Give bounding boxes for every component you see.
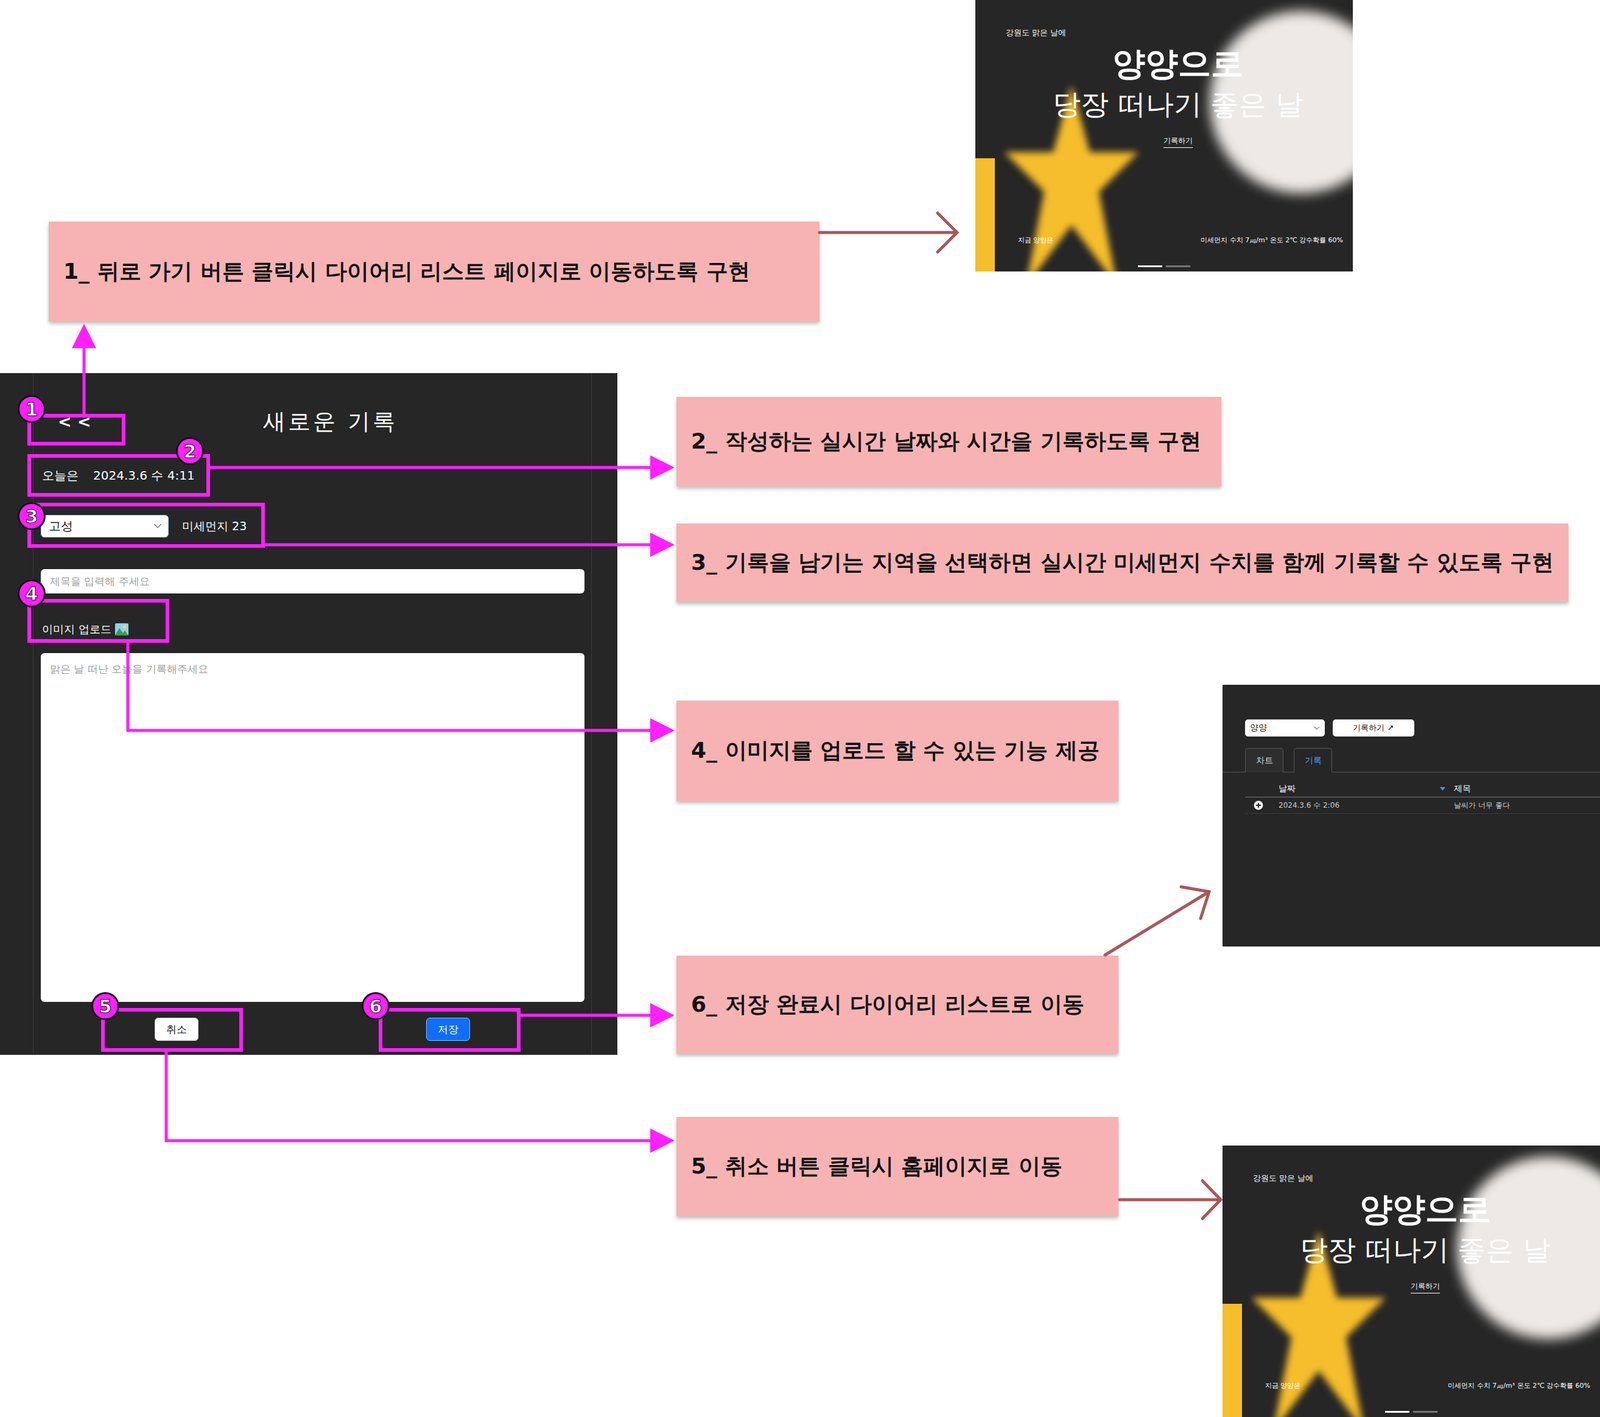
date-label: 오늘은 [42, 466, 79, 485]
connector-arrow [166, 1052, 663, 1141]
annotation-note: 6_ 저장 완료시 다이어리 리스트로 이동 [676, 955, 1119, 1054]
connector-arrow [210, 466, 663, 470]
record-link[interactable]: 기록하기 [1410, 1281, 1440, 1294]
diary-list-screen: 양양 기록하기 ↗ 차트 기록날짜 제목 2024.3.6 수 2:06 날씨가 너무 좋다 [1222, 684, 1600, 947]
region-row: 고성 미세먼지 23 [40, 515, 584, 538]
home-screen: 강원도 맑은 날에양양으로당장 떠나기 좋은 날기록하기지금 양양은 미세먼지 수… [975, 0, 1353, 272]
connector-arrow [264, 543, 663, 547]
home-headline: 양양으로 [1112, 45, 1244, 82]
date-row: 오늘은 2024.3.6 수 4:11 [40, 466, 584, 485]
page-dot[interactable] [1137, 265, 1163, 268]
region-select[interactable]: 고성 [40, 515, 169, 538]
home-hero: 양양으로당장 떠나기 좋은 날기록하기 [975, 0, 1353, 148]
column-header[interactable]: 날짜 [1278, 783, 1440, 795]
home-hero: 양양으로당장 떠나기 좋은 날기록하기 [1222, 1145, 1600, 1294]
step-marker: 4 [17, 579, 46, 608]
column-header[interactable]: 제목 [1453, 783, 1600, 795]
yellow-strip [975, 158, 995, 272]
connector-arrow [520, 1014, 663, 1018]
yellow-strip [1222, 1304, 1243, 1417]
body-textarea[interactable] [40, 653, 585, 1003]
dust-reading: 미세먼지 23 [182, 518, 247, 535]
home-subline: 당장 떠나기 좋은 날 [1299, 1234, 1551, 1266]
table-header: 날짜 제목 [1245, 781, 1600, 798]
list-toolbar: 양양 기록하기 ↗ [1222, 719, 1600, 737]
weather-info: 미세먼지 수치 7㎍/m³ 온도 2℃ 강수확률 60% [1447, 1381, 1591, 1391]
highlight-box [378, 1008, 521, 1053]
page-dot[interactable] [1385, 1411, 1410, 1414]
annotation-note: 5_ 취소 버튼 클릭시 홈페이지로 이동 [676, 1117, 1119, 1217]
page-indicator [975, 265, 1353, 268]
chevron-down-icon [153, 523, 162, 530]
link-arrow [1119, 1181, 1221, 1219]
row-date: 2024.3.6 수 2:06 [1278, 800, 1440, 811]
highlight-box [27, 414, 126, 446]
step-marker: 5 [91, 992, 120, 1021]
home-info: 지금 양양은 미세먼지 수치 7㎍/m³ 온도 2℃ 강수확률 60% [1265, 1381, 1591, 1391]
table-row[interactable]: 2024.3.6 수 2:06 날씨가 너무 좋다 [1245, 797, 1600, 815]
home-caption: 강원도 맑은 날에 [1252, 1173, 1314, 1185]
row-title: 날씨가 너무 좋다 [1453, 800, 1600, 811]
connector-arrow [82, 336, 86, 415]
link-arrow [1105, 887, 1210, 956]
home-headline: 양양으로 [1359, 1191, 1492, 1228]
back-button[interactable]: < < [40, 409, 264, 435]
home-caption: 강원도 맑은 날에 [1005, 27, 1067, 39]
highlight-box [27, 502, 265, 548]
page-indicator [1222, 1411, 1600, 1414]
annotation-note: 2_ 작성하는 실시간 날짜와 시간을 기록하도록 구현 [676, 396, 1222, 487]
step-marker: 1 [17, 395, 46, 424]
home-screen: 강원도 맑은 날에양양으로당장 떠나기 좋은 날기록하기지금 양양은 미세먼지 수… [1222, 1145, 1600, 1417]
page-dot[interactable] [1165, 265, 1191, 268]
place-label: 지금 양양은 [1017, 235, 1054, 245]
save-button[interactable]: 저장 [426, 1017, 471, 1042]
page-dot[interactable] [1413, 1411, 1438, 1414]
region-select[interactable]: 양양 [1245, 719, 1325, 737]
spec-canvas: < <새로운 기록오늘은 2024.3.6 수 4:11 고성 미세먼지 23 이미지 … [0, 0, 1600, 1417]
tab[interactable]: 기록 [1293, 748, 1333, 773]
tab-bar: 차트 기록 [1222, 748, 1600, 773]
connector-arrow [127, 642, 663, 731]
sort-desc-icon[interactable] [1439, 787, 1446, 791]
link-arrow [819, 213, 958, 253]
image-upload-button[interactable]: 이미지 업로드 [40, 617, 129, 642]
home-info: 지금 양양은 미세먼지 수치 7㎍/m³ 온도 2℃ 강수확률 60% [1017, 235, 1344, 245]
tab[interactable]: 차트 [1245, 748, 1284, 773]
title-input[interactable] [40, 569, 585, 594]
cancel-button[interactable]: 취소 [154, 1017, 199, 1042]
home-subline: 당장 떠나기 좋은 날 [1052, 88, 1304, 120]
highlight-box [27, 599, 170, 643]
date-value: 2024.3.6 수 4:11 [93, 466, 195, 485]
chevron-down-icon [1313, 726, 1320, 731]
new-record-form: < <새로운 기록오늘은 2024.3.6 수 4:11 고성 미세먼지 23 이미지 … [0, 373, 618, 1056]
form-column: < <새로운 기록오늘은 2024.3.6 수 4:11 고성 미세먼지 23 이미지 … [32, 373, 592, 1056]
expand-icon[interactable] [1253, 800, 1264, 811]
step-marker: 6 [361, 992, 390, 1021]
step-marker: 3 [17, 502, 46, 531]
form-title: 새로운 기록 [263, 409, 398, 435]
record-link[interactable]: 기록하기 [1163, 135, 1193, 148]
weather-info: 미세먼지 수치 7㎍/m³ 온도 2℃ 강수확률 60% [1200, 235, 1344, 245]
annotation-note: 3_ 기록을 남기는 지역을 선택하면 실시간 미세먼지 수치를 함께 기록할 … [676, 523, 1569, 603]
highlight-box [101, 1008, 243, 1053]
record-button[interactable]: 기록하기 ↗ [1332, 719, 1415, 737]
picture-icon [115, 623, 129, 636]
annotation-note: 4_ 이미지를 업로드 할 수 있는 기능 제공 [676, 700, 1119, 802]
annotation-note: 1_ 뒤로 가기 버튼 클릭시 다이어리 리스트 페이지로 이동하도록 구현 [48, 221, 820, 322]
form-actions: 취소 저장 [40, 1017, 584, 1042]
place-label: 지금 양양은 [1265, 1381, 1302, 1391]
step-marker: 2 [175, 437, 204, 466]
